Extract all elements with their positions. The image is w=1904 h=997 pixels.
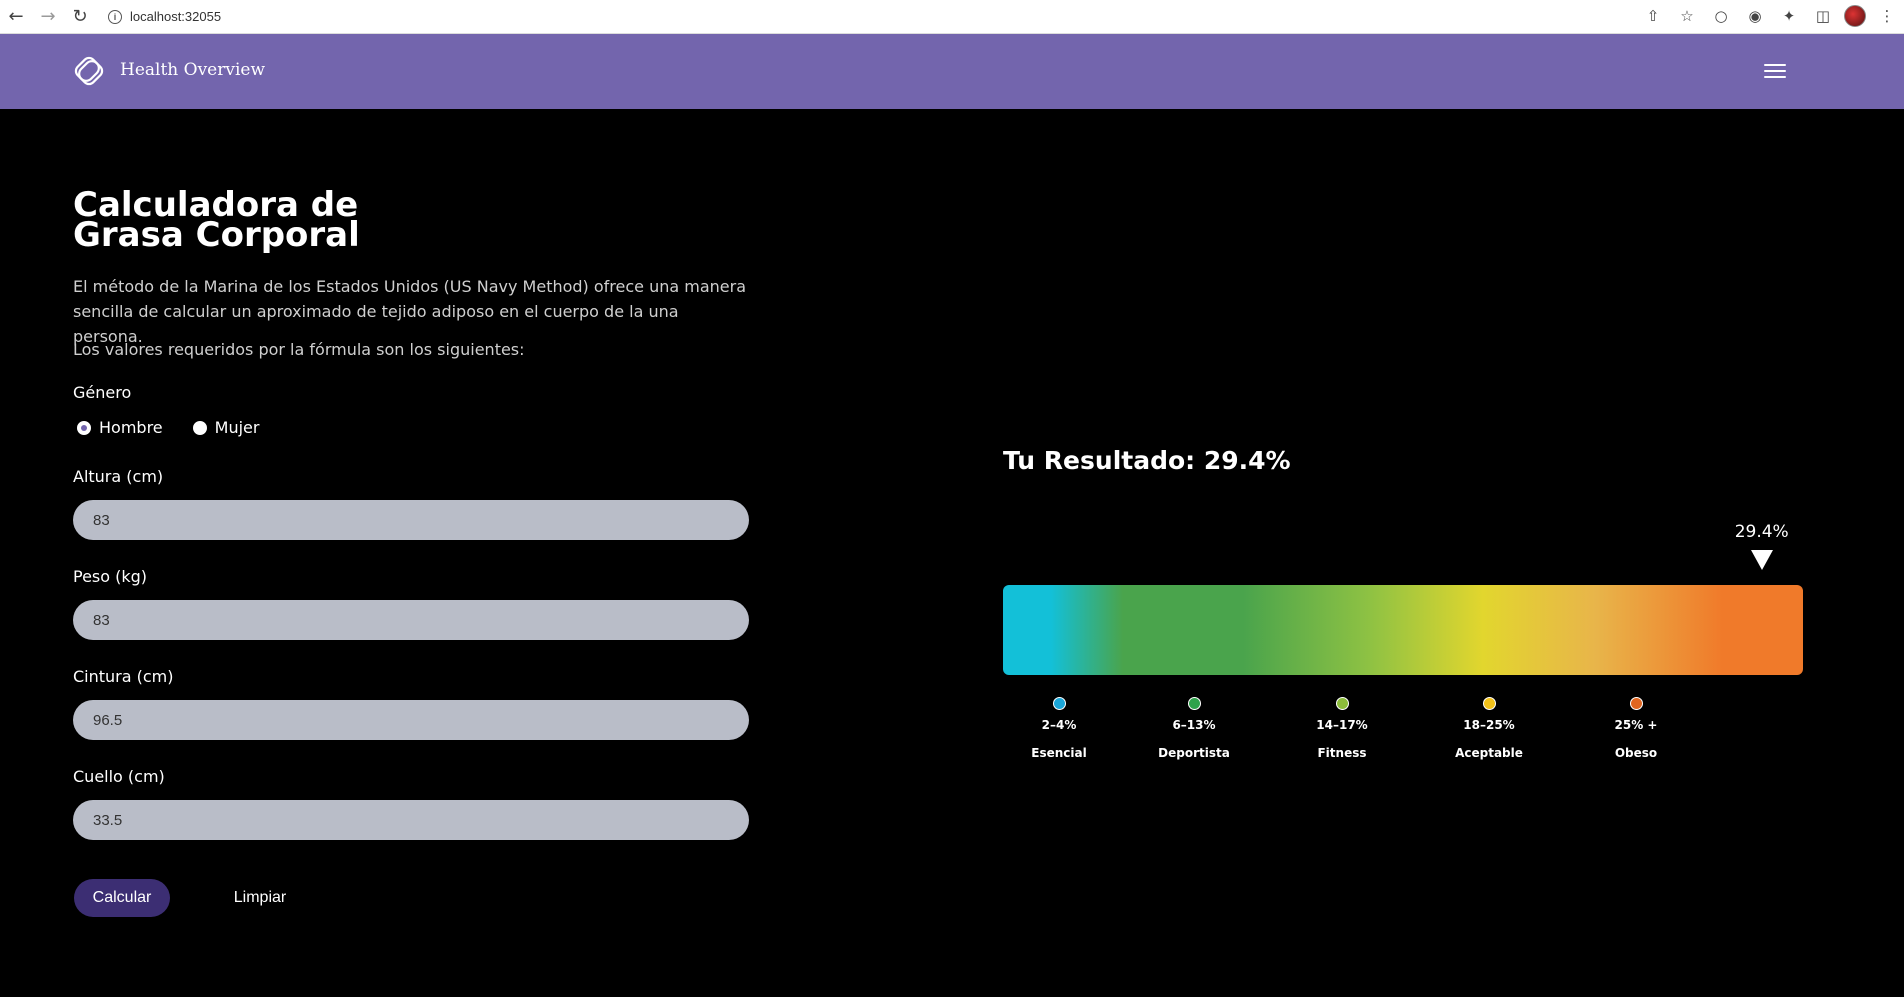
- neck-input[interactable]: [73, 800, 749, 840]
- legend-category: Aceptable: [1455, 746, 1523, 760]
- legend-item-aceptable: 18–25% Aceptable: [1429, 697, 1549, 760]
- legend-item-deportista: 6–13% Deportista: [1134, 697, 1254, 760]
- legend-item-esencial: 2–4% Esencial: [999, 697, 1119, 760]
- legend-dot-obeso: [1629, 697, 1643, 710]
- radio-hombre[interactable]: [77, 420, 91, 435]
- legend-category: Deportista: [1158, 746, 1230, 760]
- legend-range: 25% +: [1614, 718, 1658, 732]
- neck-label: Cuello (cm): [73, 767, 165, 786]
- legend-dot-aceptable: [1482, 697, 1496, 710]
- clear-button[interactable]: Limpiar: [220, 879, 300, 917]
- radio-mujer[interactable]: [192, 420, 207, 435]
- result-title: Tu Resultado: 29.4%: [1003, 446, 1291, 475]
- browser-toolbar: ← → ↻ i localhost:32055 ⇧ ☆ ○ ◉ ✦ ◫ ⋮: [0, 0, 1904, 34]
- instructions-text: Los valores requeridos por la fórmula so…: [73, 340, 525, 359]
- bookmark-star-icon[interactable]: ☆: [1674, 3, 1700, 29]
- legend-category: Obeso: [1614, 746, 1658, 760]
- url-text: localhost:32055: [130, 9, 222, 24]
- gender-option-hombre[interactable]: Hombre: [77, 418, 163, 437]
- sidebar-icon[interactable]: ◫: [1810, 3, 1836, 29]
- legend-range: 6–13%: [1172, 718, 1216, 732]
- marker-arrow-icon: [1750, 550, 1773, 570]
- extension-icon[interactable]: ○: [1708, 3, 1734, 29]
- share-icon[interactable]: ⇧: [1640, 3, 1666, 29]
- page-title: Calculadora de Grasa Corporal: [73, 185, 360, 255]
- forward-arrow-icon[interactable]: →: [34, 3, 62, 31]
- legend-range: 18–25%: [1463, 718, 1515, 732]
- app-header: Health Overview: [0, 34, 1904, 109]
- gender-option-mujer[interactable]: Mujer: [192, 418, 260, 437]
- legend-category: Fitness: [1317, 746, 1367, 760]
- legend-item-obeso: 25% + Obeso: [1576, 697, 1696, 760]
- height-input[interactable]: [73, 500, 749, 540]
- legend-category: Esencial: [1031, 746, 1087, 760]
- hamburger-menu-icon[interactable]: [1764, 62, 1786, 80]
- calculate-button[interactable]: Calcular: [74, 879, 170, 917]
- radio-mujer-label: Mujer: [214, 418, 260, 437]
- puzzle-icon[interactable]: ✦: [1776, 3, 1802, 29]
- profile-avatar[interactable]: [1844, 5, 1866, 27]
- radio-hombre-label: Hombre: [99, 418, 163, 437]
- legend-dot-esencial: [1052, 697, 1066, 710]
- waist-label: Cintura (cm): [73, 667, 174, 686]
- reload-icon[interactable]: ↻: [66, 3, 94, 31]
- marker-value: 29.4%: [1734, 522, 1789, 542]
- legend-range: 14–17%: [1316, 718, 1368, 732]
- site-info-icon[interactable]: i: [108, 9, 122, 24]
- gender-label: Género: [73, 383, 132, 402]
- legend-dot-deportista: [1187, 697, 1201, 710]
- waist-input[interactable]: [73, 700, 749, 740]
- more-menu-icon[interactable]: ⋮: [1874, 3, 1900, 29]
- result-marker: 29.4%: [1722, 522, 1802, 570]
- legend-range: 2–4%: [1041, 718, 1077, 732]
- weight-input[interactable]: [73, 600, 749, 640]
- app-title[interactable]: Health Overview: [120, 60, 265, 80]
- height-label: Altura (cm): [73, 467, 164, 486]
- body-fat-scale-bar: [1003, 585, 1803, 675]
- gender-radio-group: Hombre Mujer: [77, 418, 259, 437]
- weight-label: Peso (kg): [73, 567, 148, 586]
- back-arrow-icon[interactable]: ←: [2, 3, 30, 31]
- address-bar[interactable]: i localhost:32055: [108, 3, 221, 31]
- logo-icon[interactable]: [73, 55, 105, 87]
- legend-dot-fitness: [1335, 697, 1349, 710]
- description-text: El método de la Marina de los Estados Un…: [73, 277, 747, 346]
- extension-icon-2[interactable]: ◉: [1742, 3, 1768, 29]
- legend-item-fitness: 14–17% Fitness: [1282, 697, 1402, 760]
